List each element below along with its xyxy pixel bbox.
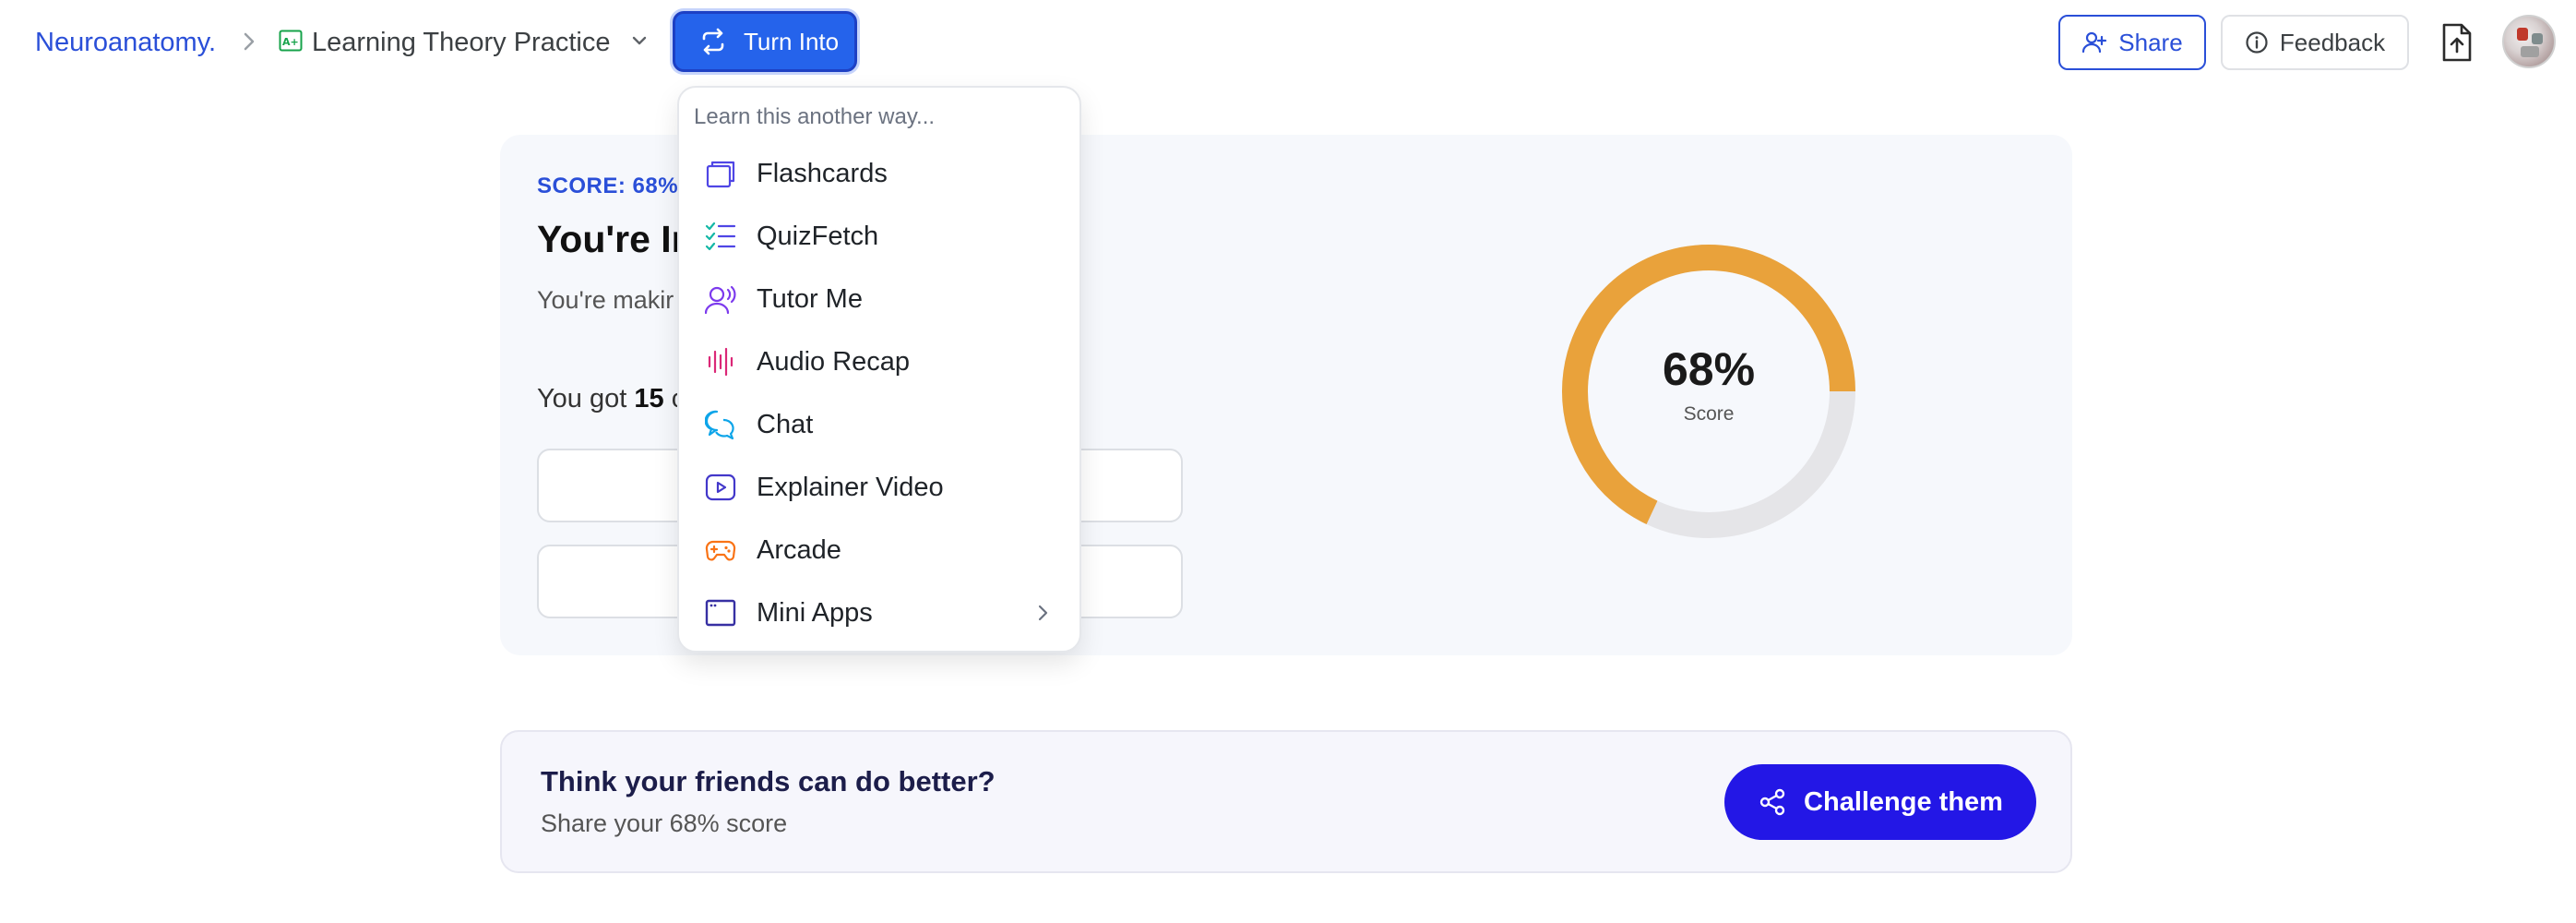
menu-item-label: Tutor Me	[757, 284, 863, 314]
flashcards-icon	[706, 161, 735, 188]
menu-item-label: Arcade	[757, 535, 841, 565]
checklist-icon	[705, 222, 736, 251]
tutor-voice-icon	[705, 285, 736, 315]
share-button[interactable]: Share	[2058, 15, 2206, 70]
menu-item-label: Flashcards	[757, 159, 888, 188]
turn-into-menu: Learn this another way... Flashcards Qui…	[677, 86, 1081, 653]
turn-into-label: Turn Into	[744, 27, 840, 55]
challenge-banner: Think your friends can do better? Share …	[500, 730, 2072, 873]
chevron-right-icon	[1038, 605, 1048, 621]
challenge-title: Think your friends can do better?	[541, 765, 996, 797]
user-avatar[interactable]	[2502, 15, 2556, 68]
menu-item-explainer-video[interactable]: Explainer Video	[679, 456, 1079, 519]
grade-doc-icon: A+	[279, 30, 303, 52]
score-percent: 68%	[1662, 343, 1756, 395]
menu-item-quizfetch[interactable]: QuizFetch	[679, 205, 1079, 268]
menu-item-arcade[interactable]: Arcade	[679, 519, 1079, 581]
gamepad-icon	[705, 540, 736, 561]
menu-item-flashcards[interactable]: Flashcards	[679, 142, 1079, 205]
info-icon	[2246, 31, 2268, 54]
menu-item-label: Chat	[757, 410, 814, 439]
challenge-subtitle: Share your 68% score	[541, 809, 788, 837]
share-nodes-icon	[1759, 788, 1785, 816]
score-heading: You're In	[537, 218, 695, 260]
share-label: Share	[2118, 28, 2183, 56]
export-file-icon[interactable]	[2440, 22, 2474, 63]
feedback-label: Feedback	[2279, 28, 2386, 56]
chevron-right-icon	[244, 32, 255, 51]
menu-item-label: Mini Apps	[757, 598, 873, 628]
menu-item-label: Explainer Video	[757, 473, 944, 502]
challenge-them-button[interactable]: Challenge them	[1724, 764, 2036, 840]
top-bar: Neuroanatomy. A+ Learning Theory Practic…	[0, 0, 2576, 85]
score-ring-center: 68% Score	[1559, 242, 1858, 541]
breadcrumb-root-link[interactable]: Neuroanatomy.	[35, 26, 216, 59]
feedback-button[interactable]: Feedback	[2221, 15, 2409, 70]
chat-bubbles-icon	[705, 410, 734, 440]
svg-text:A+: A+	[282, 36, 299, 48]
score-summary: You got 15 c	[537, 384, 685, 414]
score-label: SCORE: 68%	[537, 174, 679, 198]
repeat-icon	[702, 28, 724, 55]
menu-item-audio-recap[interactable]: Audio Recap	[679, 330, 1079, 393]
app-window-icon	[705, 599, 736, 627]
challenge-button-label: Challenge them	[1804, 786, 2003, 817]
menu-hint: Learn this another way...	[694, 104, 936, 129]
menu-item-tutor-me[interactable]: Tutor Me	[679, 268, 1079, 330]
audio-wave-icon	[708, 347, 733, 377]
chevron-down-icon[interactable]	[629, 30, 650, 51]
menu-item-label: QuizFetch	[757, 222, 879, 251]
score-ring-label: Score	[1683, 403, 1735, 425]
document-title[interactable]: Learning Theory Practice	[312, 26, 610, 59]
menu-item-mini-apps[interactable]: Mini Apps	[679, 581, 1079, 644]
add-user-icon	[2082, 31, 2107, 54]
turn-into-button[interactable]: Turn Into	[673, 11, 857, 72]
menu-item-label: Audio Recap	[757, 347, 911, 377]
menu-item-chat[interactable]: Chat	[679, 393, 1079, 456]
play-video-icon	[705, 473, 736, 501]
